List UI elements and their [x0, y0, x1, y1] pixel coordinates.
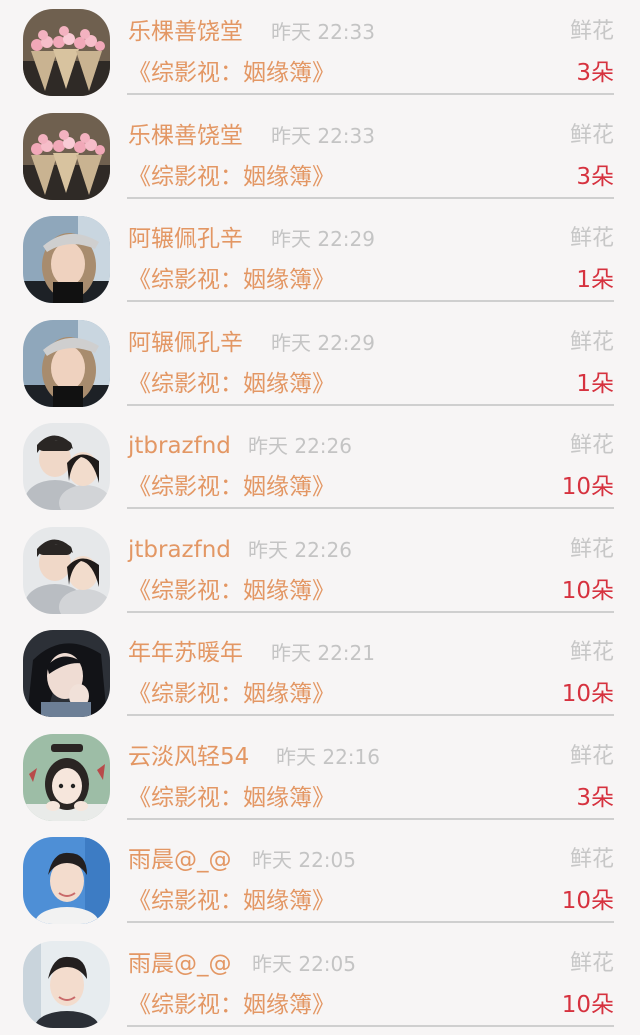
- row-divider: [127, 300, 614, 302]
- gift-count: 1朵: [576, 369, 614, 399]
- gift-type: 鲜花: [570, 742, 614, 772]
- gift-record-row[interactable]: 阿辗佩孔辛 昨天 22:29 鲜花 《综影视：姻缘簿》 1朵: [0, 311, 640, 415]
- gift-type: 鲜花: [570, 431, 614, 461]
- gift-count: 3朵: [576, 58, 614, 88]
- gift-time: 昨天 22:33: [271, 19, 375, 45]
- book-title-link[interactable]: 《综影视：姻缘簿》: [128, 369, 335, 399]
- gift-time: 昨天 22:21: [271, 640, 375, 666]
- gift-type: 鲜花: [570, 535, 614, 565]
- gift-type: 鲜花: [570, 121, 614, 151]
- gift-time: 昨天 22:29: [271, 330, 375, 356]
- flower-gift-list: 乐棵善饶堂 昨天 22:33 鲜花 《综影视：姻缘簿》 3朵 乐棵善饶堂 昨天 …: [0, 0, 640, 1025]
- book-title-link[interactable]: 《综影视：姻缘簿》: [128, 783, 335, 813]
- gift-count: 10朵: [562, 576, 614, 606]
- cartoon-girl-avatar[interactable]: [23, 734, 110, 821]
- gift-time: 昨天 22:05: [252, 847, 356, 873]
- user-name[interactable]: 乐棵善饶堂: [128, 17, 243, 47]
- flower-bouquet-avatar[interactable]: [23, 9, 110, 96]
- book-title-link[interactable]: 《综影视：姻缘簿》: [128, 990, 335, 1020]
- woman-portrait-avatar[interactable]: [23, 630, 110, 717]
- user-name[interactable]: 年年苏暖年: [128, 638, 243, 668]
- young-man-avatar[interactable]: [23, 941, 110, 1028]
- flower-bouquet-avatar[interactable]: [23, 113, 110, 200]
- gift-count: 1朵: [576, 265, 614, 295]
- gift-type: 鲜花: [570, 17, 614, 47]
- book-title-link[interactable]: 《综影视：姻缘簿》: [128, 679, 335, 709]
- gift-count: 10朵: [562, 886, 614, 916]
- gift-record-row[interactable]: 雨晨@_@ 昨天 22:05 鲜花 《综影视：姻缘簿》 10朵: [0, 828, 640, 932]
- gift-record-row[interactable]: 乐棵善饶堂 昨天 22:33 鲜花 《综影视：姻缘簿》 3朵: [0, 104, 640, 208]
- young-man-avatar[interactable]: [23, 837, 110, 924]
- book-title-link[interactable]: 《综影视：姻缘簿》: [128, 265, 335, 295]
- book-title-link[interactable]: 《综影视：姻缘簿》: [128, 58, 335, 88]
- row-divider: [127, 404, 614, 406]
- row-divider: [127, 818, 614, 820]
- gift-time: 昨天 22:16: [276, 744, 380, 770]
- girl-cap-avatar[interactable]: [23, 320, 110, 407]
- book-title-link[interactable]: 《综影视：姻缘簿》: [128, 886, 335, 916]
- girl-cap-avatar[interactable]: [23, 216, 110, 303]
- gift-record-row[interactable]: 雨晨@_@ 昨天 22:05 鲜花 《综影视：姻缘簿》 10朵: [0, 932, 640, 1035]
- gift-time: 昨天 22:29: [271, 226, 375, 252]
- row-divider: [127, 714, 614, 716]
- row-divider: [127, 611, 614, 613]
- gift-time: 昨天 22:26: [248, 537, 352, 563]
- gift-time: 昨天 22:33: [271, 123, 375, 149]
- gift-record-row[interactable]: 云淡风轻54 昨天 22:16 鲜花 《综影视：姻缘簿》 3朵: [0, 725, 640, 829]
- row-divider: [127, 507, 614, 509]
- gift-count: 10朵: [562, 679, 614, 709]
- user-name[interactable]: jtbrazfnd: [128, 535, 231, 565]
- couple-avatar[interactable]: [23, 423, 110, 510]
- gift-record-row[interactable]: 阿辗佩孔辛 昨天 22:29 鲜花 《综影视：姻缘簿》 1朵: [0, 207, 640, 311]
- user-name[interactable]: 雨晨@_@: [128, 949, 232, 979]
- gift-record-row[interactable]: 年年苏暖年 昨天 22:21 鲜花 《综影视：姻缘簿》 10朵: [0, 621, 640, 725]
- gift-time: 昨天 22:26: [248, 433, 352, 459]
- user-name[interactable]: jtbrazfnd: [128, 431, 231, 461]
- user-name[interactable]: 云淡风轻54: [128, 742, 249, 772]
- user-name[interactable]: 阿辗佩孔辛: [128, 224, 243, 254]
- gift-count: 3朵: [576, 162, 614, 192]
- gift-count: 10朵: [562, 990, 614, 1020]
- gift-count: 3朵: [576, 783, 614, 813]
- gift-record-row[interactable]: jtbrazfnd 昨天 22:26 鲜花 《综影视：姻缘簿》 10朵: [0, 414, 640, 518]
- user-name[interactable]: 阿辗佩孔辛: [128, 328, 243, 358]
- gift-record-row[interactable]: 乐棵善饶堂 昨天 22:33 鲜花 《综影视：姻缘簿》 3朵: [0, 0, 640, 104]
- book-title-link[interactable]: 《综影视：姻缘簿》: [128, 472, 335, 502]
- gift-type: 鲜花: [570, 845, 614, 875]
- book-title-link[interactable]: 《综影视：姻缘簿》: [128, 162, 335, 192]
- gift-type: 鲜花: [570, 224, 614, 254]
- gift-type: 鲜花: [570, 328, 614, 358]
- book-title-link[interactable]: 《综影视：姻缘簿》: [128, 576, 335, 606]
- couple-avatar[interactable]: [23, 527, 110, 614]
- user-name[interactable]: 乐棵善饶堂: [128, 121, 243, 151]
- gift-type: 鲜花: [570, 638, 614, 668]
- row-divider: [127, 93, 614, 95]
- row-divider: [127, 921, 614, 923]
- gift-time: 昨天 22:05: [252, 951, 356, 977]
- user-name[interactable]: 雨晨@_@: [128, 845, 232, 875]
- row-divider: [127, 197, 614, 199]
- gift-record-row[interactable]: jtbrazfnd 昨天 22:26 鲜花 《综影视：姻缘簿》 10朵: [0, 518, 640, 622]
- gift-count: 10朵: [562, 472, 614, 502]
- gift-type: 鲜花: [570, 949, 614, 979]
